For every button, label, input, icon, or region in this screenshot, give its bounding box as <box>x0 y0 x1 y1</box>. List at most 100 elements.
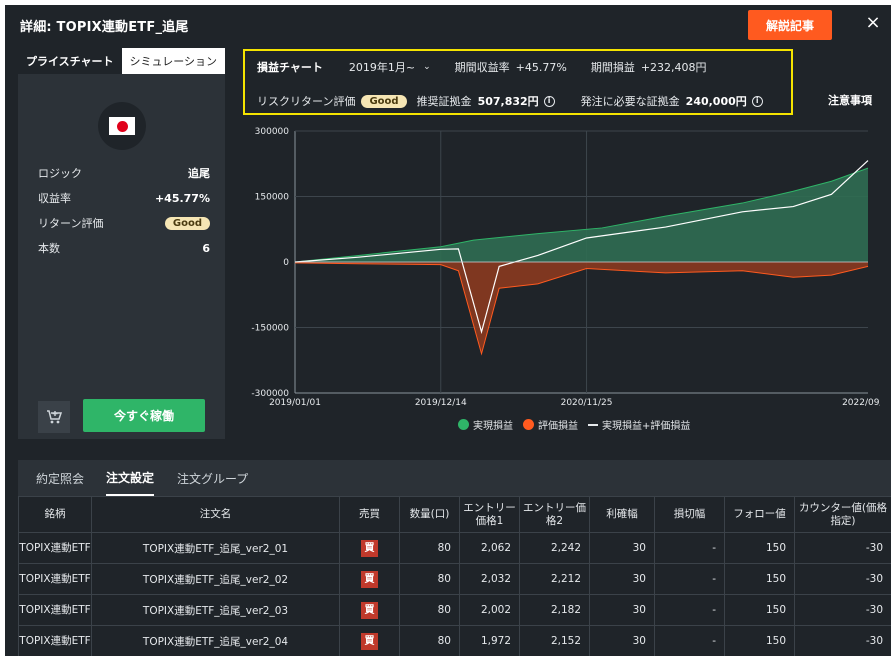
table-row[interactable]: TOPIX連動ETF TOPIX連動ETF_追尾_ver2_02 買 80 2,… <box>18 563 891 595</box>
run-now-button[interactable]: 今すぐ稼働 <box>83 399 205 432</box>
buy-badge: 買 <box>361 570 378 588</box>
col-header: 売買 <box>339 496 400 533</box>
cell-qty: 80 <box>399 563 460 595</box>
cell-qty: 80 <box>399 625 460 656</box>
x-tick-label: 2019/01/01 <box>269 398 321 408</box>
period-pl-value: +232,408円 <box>640 61 707 74</box>
cell-counter: -30 <box>794 594 891 626</box>
stat-count: 本数 6 <box>38 240 210 256</box>
rating-badge: Good <box>164 216 210 230</box>
cell-qty: 80 <box>399 532 460 564</box>
cell-follow: 150 <box>724 563 795 595</box>
required-margin-label: 発注に必要な証拠金 <box>580 95 680 108</box>
stat-value: +45.77% <box>154 191 210 205</box>
table-row[interactable]: TOPIX連動ETF TOPIX連動ETF_追尾_ver2_04 買 80 1,… <box>18 625 891 656</box>
cell-stop-loss: - <box>654 594 725 626</box>
cell-order-name: TOPIX連動ETF_追尾_ver2_04 <box>91 625 340 656</box>
cell-entry1: 2,062 <box>459 532 520 564</box>
cell-side: 買 <box>339 594 400 626</box>
info-icon[interactable]: i <box>543 95 555 107</box>
cell-take-profit: 30 <box>589 594 655 626</box>
cell-follow: 150 <box>724 532 795 564</box>
cart-icon[interactable] <box>38 401 70 433</box>
cell-side: 買 <box>339 532 400 564</box>
summary-row-2: リスクリターン評価 Good 推奨証拠金 507,832円 i 発注に必要な証拠… <box>257 92 763 110</box>
period-return-label: 期間収益率 <box>454 61 510 74</box>
cell-stop-loss: - <box>654 563 725 595</box>
cell-follow: 150 <box>724 625 795 656</box>
stat-return-rating: リターン評価 Good <box>38 215 210 231</box>
risk-label: リスクリターン評価 <box>257 95 356 108</box>
buy-badge: 買 <box>361 632 378 650</box>
legend-label: 実現損益+評価損益 <box>602 421 691 432</box>
tab-price-chart[interactable]: プライスチャート <box>18 48 122 74</box>
detail-modal: 詳細: TOPIX連動ETF_追尾 解説記事 × プライスチャート シミュレーシ… <box>5 5 891 656</box>
col-header: カウンター値(価格指定) <box>794 496 891 533</box>
period-return-value: +45.77% <box>515 60 567 74</box>
table-row[interactable]: TOPIX連動ETF TOPIX連動ETF_追尾_ver2_03 買 80 2,… <box>18 594 891 626</box>
recommended-margin-label: 推奨証拠金 <box>416 95 472 108</box>
cell-qty: 80 <box>399 594 460 626</box>
cell-counter: -30 <box>794 563 891 595</box>
col-header: 数量(口) <box>399 496 460 533</box>
cell-order-name: TOPIX連動ETF_追尾_ver2_02 <box>91 563 340 595</box>
tab-simulation[interactable]: シミュレーション <box>121 48 225 74</box>
cell-entry2: 2,242 <box>519 532 590 564</box>
pl-chart: 3000001500000-150000-300000 2019/01/01 20… <box>251 127 880 408</box>
cell-side: 買 <box>339 625 400 656</box>
cell-stop-loss: - <box>654 532 725 564</box>
cell-follow: 150 <box>724 594 795 626</box>
cell-order-name: TOPIX連動ETF_追尾_ver2_03 <box>91 594 340 626</box>
cell-counter: -30 <box>794 532 891 564</box>
info-icon[interactable]: i <box>751 95 763 107</box>
cell-stop-loss: - <box>654 625 725 656</box>
tab-execution-history[interactable]: 約定照会 <box>36 460 84 496</box>
cell-entry2: 2,182 <box>519 594 590 626</box>
stat-label: リターン評価 <box>38 217 104 230</box>
col-header: 利確幅 <box>589 496 655 533</box>
modal-title: 詳細: TOPIX連動ETF_追尾 <box>20 20 189 35</box>
close-icon[interactable]: × <box>863 13 883 33</box>
cell-symbol: TOPIX連動ETF <box>18 625 92 656</box>
table-row[interactable]: TOPIX連動ETF TOPIX連動ETF_追尾_ver2_01 買 80 2,… <box>18 532 891 564</box>
realized-area <box>295 168 868 262</box>
period-select[interactable]: 2019年1月~ <box>349 59 415 75</box>
col-header: 注文名 <box>91 496 340 533</box>
stat-label: 本数 <box>38 242 60 255</box>
chevron-down-icon[interactable]: ⌄ <box>423 62 431 72</box>
recommended-margin-value: 507,832円 <box>477 95 539 108</box>
cell-symbol: TOPIX連動ETF <box>18 594 92 626</box>
cell-entry1: 2,032 <box>459 563 520 595</box>
tab-order-settings[interactable]: 注文設定 <box>106 460 155 496</box>
stat-label: 収益率 <box>38 192 71 205</box>
cell-entry1: 1,972 <box>459 625 520 656</box>
stat-value: 追尾 <box>188 167 210 180</box>
col-header: エントリー価格2 <box>519 496 590 533</box>
cell-take-profit: 30 <box>589 625 655 656</box>
buy-badge: 買 <box>361 539 378 557</box>
legend-dot-unrealized <box>523 419 534 430</box>
cell-counter: -30 <box>794 625 891 656</box>
table-header-row: 銘柄 注文名 売買 数量(口) エントリー価格1 エントリー価格2 利確幅 損切… <box>18 496 891 533</box>
tab-order-group[interactable]: 注文グループ <box>177 460 248 496</box>
required-margin-value: 240,000円 <box>685 95 747 108</box>
y-tick-label: 300000 <box>255 127 290 137</box>
cell-take-profit: 30 <box>589 532 655 564</box>
notice-link[interactable]: 注意事項 <box>828 92 872 108</box>
y-tick-label: 150000 <box>255 193 290 203</box>
cell-side: 買 <box>339 563 400 595</box>
legend-line-total <box>588 423 598 426</box>
legend-dot-realized <box>458 419 469 430</box>
cell-entry2: 2,212 <box>519 563 590 595</box>
article-button[interactable]: 解説記事 <box>748 10 832 40</box>
cell-take-profit: 30 <box>589 563 655 595</box>
summary-row-1: 損益チャート 2019年1月~ ⌄ 期間収益率 +45.77% 期間損益 +23… <box>257 58 707 76</box>
col-header: 損切幅 <box>654 496 725 533</box>
col-header: フォロー値 <box>724 496 795 533</box>
left-panel: プライスチャート シミュレーション ロジック 追尾 収益率 +45.77% リタ… <box>18 48 225 439</box>
chart-label: 損益チャート <box>257 61 323 74</box>
stat-label: ロジック <box>38 167 82 180</box>
legend-label: 評価損益 <box>538 421 578 432</box>
japan-flag-icon <box>98 102 146 150</box>
cell-entry2: 2,152 <box>519 625 590 656</box>
